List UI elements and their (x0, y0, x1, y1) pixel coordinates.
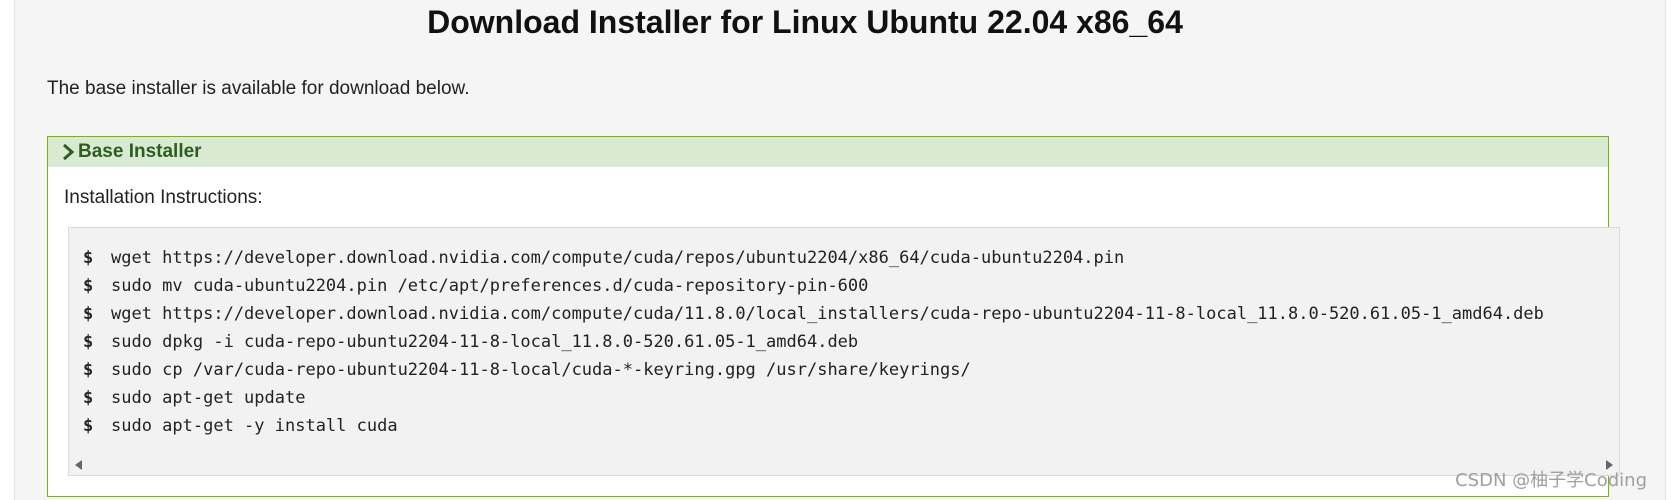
panel-header-label: Base Installer (78, 141, 202, 162)
command-line: $ sudo mv cuda-ubuntu2204.pin /etc/apt/pr… (83, 272, 1544, 300)
command-text: sudo dpkg -i cuda-repo-ubuntu2204-11-8-l… (111, 332, 859, 352)
command-line: $ sudo apt-get update (83, 384, 1544, 412)
command-list: $ wget https://developer.download.nvidia.… (83, 244, 1544, 440)
command-line: $ wget https://developer.download.nvidia.… (83, 300, 1544, 328)
base-installer-panel: Base Installer Installation Instructions… (47, 136, 1620, 497)
command-line: $ sudo dpkg -i cuda-repo-ubuntu2204-11-8-… (83, 328, 1544, 356)
command-text: sudo mv cuda-ubuntu2204.pin /etc/apt/pre… (111, 276, 869, 296)
command-line: $ sudo apt-get -y install cuda (83, 412, 1544, 440)
command-text: sudo cp /var/cuda-repo-ubuntu2204-11-8-l… (111, 360, 971, 380)
prompt-symbol: $ (83, 332, 94, 352)
watermark: CSDN @柚子学Coding (1455, 470, 1647, 491)
command-text: wget https://developer.download.nvidia.c… (111, 304, 1544, 324)
prompt-symbol: $ (83, 360, 94, 380)
prompt-symbol: $ (83, 304, 94, 324)
instructions-label: Installation Instructions: (64, 187, 263, 208)
prompt-symbol: $ (83, 248, 94, 268)
command-line: $ wget https://developer.download.nvidia.… (83, 244, 1544, 272)
base-installer-header[interactable]: Base Installer (48, 137, 1608, 167)
prompt-symbol: $ (83, 416, 94, 436)
page-title: Download Installer for Linux Ubuntu 22.0… (427, 4, 1183, 40)
command-text: wget https://developer.download.nvidia.c… (111, 248, 1125, 268)
horizontal-scrollbar[interactable] (69, 455, 1619, 475)
prompt-symbol: $ (83, 388, 94, 408)
command-text: sudo apt-get -y install cuda (111, 416, 398, 436)
command-line: $ sudo cp /var/cuda-repo-ubuntu2204-11-8-… (83, 356, 1544, 384)
intro-text: The base installer is available for down… (47, 78, 470, 99)
command-text: sudo apt-get update (111, 388, 306, 408)
prompt-symbol: $ (83, 276, 94, 296)
page-container: Download Installer for Linux Ubuntu 22.0… (14, 0, 1666, 500)
scroll-left-arrow-icon[interactable] (73, 459, 85, 471)
command-codebox[interactable]: $ wget https://developer.download.nvidia.… (68, 227, 1620, 476)
chevron-right-icon (62, 142, 76, 162)
